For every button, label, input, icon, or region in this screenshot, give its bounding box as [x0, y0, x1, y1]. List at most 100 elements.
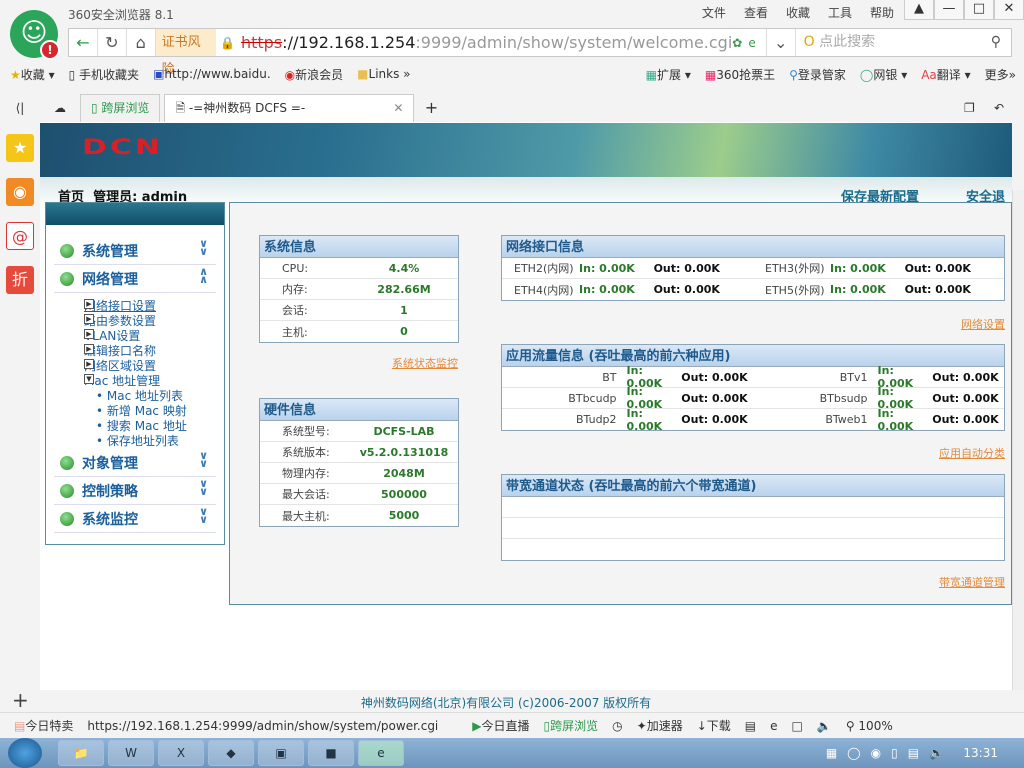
nav-interface-settings[interactable]: ▶ 网络接口设置 [84, 299, 224, 314]
chevron-up-icon[interactable]: ∧ ∧ [199, 266, 208, 285]
ext-bank[interactable]: ◯网银 ▾ [860, 66, 907, 83]
dropdown-icon[interactable]: ⌄ [765, 29, 795, 56]
ext-login[interactable]: ⚲登录管家 [789, 66, 846, 83]
nav-object-management[interactable]: 对象管理 ∨ ∨ [54, 449, 216, 477]
ext-extensions[interactable]: ▦扩展 ▾ [646, 66, 691, 83]
undo-close-icon[interactable]: ↶ [994, 94, 1024, 122]
network-settings-link[interactable]: 网络设置 [961, 316, 1005, 332]
screenshot-icon[interactable]: ▤ [745, 719, 756, 733]
bookmark-label: 收藏 [20, 67, 45, 82]
scrollbar[interactable] [1012, 190, 1024, 690]
tray-usb-icon[interactable]: ▯ [891, 746, 898, 760]
nav-network-management[interactable]: 网络管理 ∧ ∧ [54, 265, 216, 293]
bookmark-sina[interactable]: ◉新浪会员 [285, 66, 344, 83]
sidebar-toggle-icon[interactable]: ⟨| [0, 94, 40, 122]
bandwidth-manage-link[interactable]: 带宽通道管理 [939, 574, 1005, 590]
cloud-icon[interactable]: ☁ [40, 94, 80, 122]
taskbar-explorer-icon[interactable]: 📁 [58, 740, 104, 766]
nav-system-monitor[interactable]: 系统监控 ∨ ∨ [54, 505, 216, 533]
nav-sub-label: 搜索 Mac 地址 [106, 419, 187, 433]
tray-film-icon[interactable]: ▦ [826, 746, 837, 760]
nav-mac-add[interactable]: • 新增 Mac 映射 [84, 404, 224, 419]
chevron-down-icon[interactable]: ∨ ∨ [199, 478, 208, 497]
cert-risk-badge[interactable]: 证书风险 [155, 29, 217, 77]
taskbar-browser-icon[interactable]: e [358, 740, 404, 766]
nav-mac-management[interactable]: ▼ Mac 地址管理 [84, 374, 224, 389]
nav-mac-list[interactable]: • Mac 地址列表 [84, 389, 224, 404]
ie-icon[interactable]: e [770, 719, 777, 733]
search-input[interactable]: O 点此搜索 ⚲ [794, 29, 1011, 56]
nav-mac-save[interactable]: • 保存地址列表 [84, 434, 224, 449]
in-rate: In: 0.00K [877, 406, 914, 433]
zoom-level[interactable]: ⚲ 100% [846, 719, 893, 733]
ext-translate[interactable]: Aa翻译 ▾ [921, 66, 970, 83]
taskbar-app2-icon[interactable]: ■ [308, 740, 354, 766]
tray-network-icon[interactable]: ▤ [908, 746, 919, 760]
weibo-icon[interactable]: ◉ [6, 178, 34, 206]
new-tab-button[interactable]: + [418, 94, 444, 122]
tab-close-icon[interactable]: ✕ [393, 95, 403, 121]
bookmark-favorites[interactable]: ★收藏 ▾ [10, 66, 55, 83]
nav-edit-interface-name[interactable]: ▶ 编辑接口名称 [84, 344, 224, 359]
ext-more[interactable]: 更多» [985, 66, 1016, 83]
close-button[interactable]: ✕ [994, 0, 1024, 20]
taskbar-app-icon[interactable]: ◆ [208, 740, 254, 766]
maximize-button[interactable]: □ [964, 0, 994, 20]
system-monitor-link[interactable]: 系统状态监控 [392, 355, 458, 371]
menu-view[interactable]: 查看 [744, 4, 768, 21]
start-button[interactable] [8, 738, 42, 768]
nav-zone-settings[interactable]: ▶ 网络区域设置 [84, 359, 224, 374]
app-classify-link[interactable]: 应用自动分类 [939, 445, 1005, 461]
restore-tabs-icon[interactable]: ❐ [964, 94, 994, 122]
taskbar-monitor-icon[interactable]: ▣ [258, 740, 304, 766]
chevron-down-icon[interactable]: ∨ ∨ [199, 238, 208, 257]
favorites-star-icon[interactable]: ★ [6, 134, 34, 162]
browser-logo[interactable]: ☺! [10, 10, 60, 60]
tray-shield-icon[interactable]: ◯ [847, 746, 860, 760]
menu-file[interactable]: 文件 [702, 4, 726, 21]
ext-tickets[interactable]: ▦360抢票王 [705, 66, 775, 83]
nav-mac-search[interactable]: • 搜索 Mac 地址 [84, 419, 224, 434]
taskbar-excel-icon[interactable]: X [158, 740, 204, 766]
discount-icon[interactable]: 折 [6, 266, 34, 294]
skin-icon[interactable]: ▲ [904, 0, 934, 20]
nav-vlan-settings[interactable]: ▶ VLAN设置 [84, 329, 224, 344]
hardware-info-box: 硬件信息 系统型号: DCFS-LAB 系统版本: v5.2.0.131018 物理内存… [259, 398, 459, 527]
ticket-icon: ▦ [704, 67, 717, 82]
menu-tools[interactable]: 工具 [828, 4, 852, 21]
nav-system-management[interactable]: 系统管理 ∨ ∨ [54, 237, 216, 265]
ie-mode-icon[interactable]: e [748, 36, 755, 50]
tab-cross-screen[interactable]: ▯ 跨屏浏览 [80, 94, 161, 122]
url-input[interactable]: https://192.168.1.254:9999/admin/show/sy… [241, 33, 732, 52]
security-icon[interactable]: ✿ [732, 36, 742, 50]
home-icon[interactable]: ⌂ [127, 29, 156, 56]
today-live[interactable]: ▶今日直播 [472, 717, 529, 734]
menu-help[interactable]: 帮助 [870, 4, 894, 21]
sound-icon[interactable]: 🔈 [817, 719, 832, 733]
minimize-button[interactable]: — [934, 0, 964, 20]
table-row: 最大会话: 500000 [260, 484, 458, 505]
tab-active[interactable]: 🗎 -=神州数码 DCFS =- ✕ [164, 94, 415, 122]
window-icon[interactable]: □ [792, 719, 803, 733]
lock-broken-icon[interactable]: 🔒 [220, 36, 235, 50]
nav-route-settings[interactable]: ▶ 路由参数设置 [84, 314, 224, 329]
tray-volume-icon[interactable]: 🔈 [929, 746, 944, 760]
tray-360-icon[interactable]: ◉ [871, 746, 881, 760]
bookmark-links[interactable]: ■Links » [357, 67, 410, 81]
bookmark-baidu[interactable]: ▣http://www.baidu. [153, 67, 271, 81]
cross-screen-status[interactable]: ▯跨屏浏览 [544, 717, 599, 734]
history-icon[interactable]: ◷ [612, 719, 622, 733]
nav-control-policy[interactable]: 控制策略 ∨ ∨ [54, 477, 216, 505]
taskbar-word-icon[interactable]: W [108, 740, 154, 766]
today-deal[interactable]: ▤今日特卖 [14, 717, 73, 734]
menu-favorites[interactable]: 收藏 [786, 4, 810, 21]
search-icon[interactable]: ⚲ [991, 29, 1001, 56]
back-icon[interactable]: ← [69, 29, 98, 56]
download[interactable]: ↓下载 [697, 717, 731, 734]
chevron-down-icon[interactable]: ∨ ∨ [199, 450, 208, 469]
chevron-down-icon[interactable]: ∨ ∨ [199, 506, 208, 525]
accelerator[interactable]: ✦加速器 [637, 717, 683, 734]
bookmark-mobile[interactable]: ▯ 手机收藏夹 [69, 66, 139, 83]
refresh-icon[interactable]: ↻ [98, 29, 127, 56]
mail-icon[interactable]: @ [6, 222, 34, 250]
